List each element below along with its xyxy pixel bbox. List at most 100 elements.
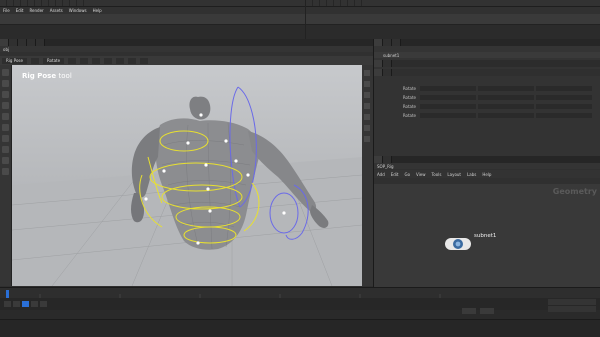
viewport-toolbar: Rig Pose Rotate [0,56,373,65]
shading-icon[interactable] [364,81,370,87]
tab-parameters[interactable] [374,39,383,46]
tab-folder[interactable] [383,60,392,67]
param-label: Rotate [402,113,416,118]
param-subfolder-tabs [374,69,600,76]
end-frame-field[interactable] [462,308,476,314]
net-menu-go[interactable]: Go [405,172,411,177]
camera-icon[interactable] [364,136,370,142]
step-back-button[interactable] [13,301,20,307]
tab-motion-fx-view[interactable] [36,39,45,46]
param-z-field[interactable] [536,95,592,100]
network-context-label: Geometry [552,187,597,196]
toolbar-item[interactable] [128,57,137,64]
net-menu-add[interactable]: Add [377,172,385,177]
jump-start-button[interactable] [4,301,11,307]
net-menu-tools[interactable]: Tools [432,172,442,177]
range-end-field[interactable] [480,308,494,314]
tab-animation-editor[interactable] [9,39,18,46]
jump-end-button[interactable] [40,301,47,307]
snap-icon[interactable] [2,146,9,153]
network-path[interactable]: SOP_Rig [377,164,394,169]
toolbar-item[interactable] [116,57,125,64]
param-row: Rotate [374,85,600,92]
toolbar-item[interactable] [30,57,39,64]
step-forward-button[interactable] [31,301,38,307]
wireframe-icon[interactable] [364,92,370,98]
scale-tool-icon[interactable] [2,102,9,109]
timeline[interactable] [0,288,600,320]
viewport-3d[interactable] [12,65,362,286]
param-x-field[interactable] [420,95,476,100]
pose-tool-icon[interactable] [2,124,9,131]
param-y-field[interactable] [478,86,534,91]
toolbar-item[interactable] [80,57,89,64]
keys-channels-field[interactable] [548,299,596,305]
channels-field[interactable] [548,306,596,312]
flipbook-icon[interactable] [2,168,9,175]
tab-folder[interactable] [374,60,383,67]
guides-icon[interactable] [364,125,370,131]
subnet-node-icon[interactable] [443,231,473,257]
node-name-text[interactable]: subnet1 [474,233,496,239]
playbar [0,287,600,319]
param-y-field[interactable] [478,104,534,109]
network-canvas[interactable]: Geometry subnet1 [374,184,600,287]
tab-subfolder[interactable] [374,69,383,76]
rotate-tool-icon[interactable] [2,91,9,98]
param-row: Rotate [374,94,600,101]
hud-title-suffix: tool [58,72,72,80]
render-region-icon[interactable] [2,157,9,164]
param-z-field[interactable] [536,113,592,118]
tab-composite-view[interactable] [27,39,36,46]
net-menu-edit[interactable]: Edit [391,172,399,177]
param-row: Rotate [374,112,600,119]
shelf-area [0,0,600,337]
toolbar-item[interactable] [68,57,77,64]
net-menu-labs[interactable]: Labs [467,172,476,177]
param-y-field[interactable] [478,113,534,118]
tab-render-view[interactable] [18,39,27,46]
param-label: Rotate [402,95,416,100]
param-z-field[interactable] [536,86,592,91]
param-x-field[interactable] [420,104,476,109]
lighting-icon[interactable] [364,103,370,109]
tab-performance-monitor[interactable] [392,39,401,46]
node-name-field[interactable]: subnet1 [383,53,399,58]
param-row: Rotate [374,103,600,110]
rig-pose-hud: Rig Pose tool [22,72,102,94]
toolbar-item[interactable] [104,57,113,64]
tab-subfolder[interactable] [383,69,392,76]
param-pane-tabs [374,39,600,46]
tab-scene-view[interactable] [0,39,9,46]
param-label: Rotate [402,86,416,91]
node-label: subnet1 [474,233,496,239]
play-button[interactable] [22,301,29,307]
toolbar-item[interactable] [92,57,101,64]
tab-network[interactable] [383,156,392,163]
rotate-field[interactable]: Rotate [42,57,65,64]
rig-pose-mode[interactable]: Rig Pose [2,57,27,64]
viewport-display-sidebar [362,65,373,286]
handle-tool-icon[interactable] [2,113,9,120]
path-obj[interactable]: obj [3,47,9,52]
left-pane-tabs [0,39,373,46]
move-tool-icon[interactable] [2,80,9,87]
hud-title-name: Rig Pose [22,72,57,80]
select-tool-icon[interactable] [2,69,9,76]
toolbar-item[interactable] [140,57,149,64]
network-menu-bar: Add Edit Go View Tools Layout Labs Help [374,170,600,178]
tab-take-list[interactable] [383,39,392,46]
net-menu-help[interactable]: Help [482,172,491,177]
param-x-field[interactable] [420,86,476,91]
param-folder-tabs [374,60,600,67]
tab-network[interactable] [374,156,383,163]
net-menu-view[interactable]: View [416,172,426,177]
net-menu-layout[interactable]: Layout [447,172,461,177]
ghost-icon[interactable] [364,114,370,120]
param-x-field[interactable] [420,113,476,118]
display-options-icon[interactable] [364,70,370,76]
param-z-field[interactable] [536,104,592,109]
time-slider-handle[interactable] [6,290,9,298]
param-y-field[interactable] [478,95,534,100]
view-tool-icon[interactable] [2,135,9,142]
